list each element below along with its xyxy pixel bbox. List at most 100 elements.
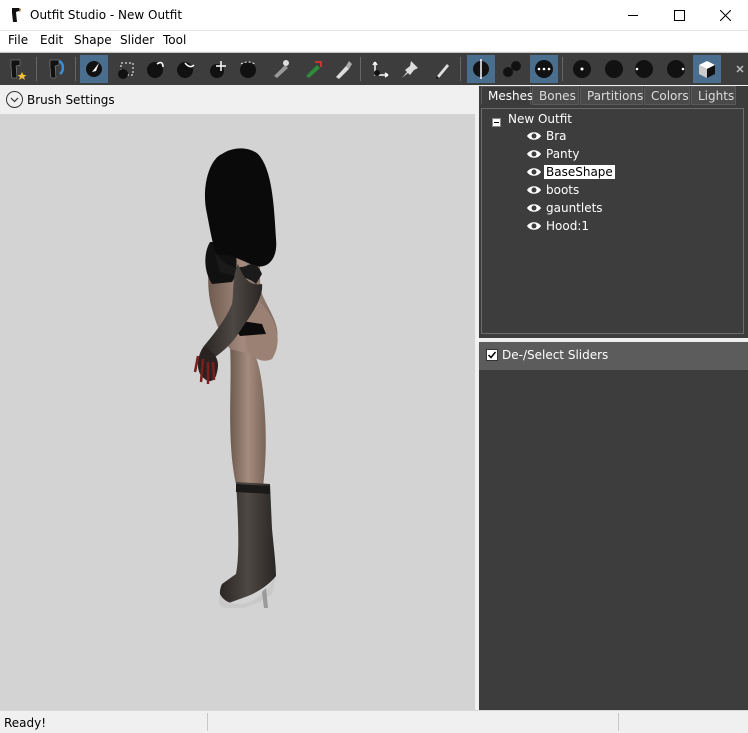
close-button[interactable] — [702, 0, 748, 30]
toolbar — [0, 52, 748, 85]
global-brush-icon — [535, 60, 553, 78]
inflate-brush-icon — [147, 61, 164, 78]
new-project-button[interactable] — [3, 55, 31, 83]
menu-slider[interactable]: Slider — [120, 33, 154, 47]
mesh-label-selected: BaseShape — [544, 165, 615, 179]
tab-bones[interactable]: Bones — [532, 86, 579, 105]
status-divider — [207, 713, 208, 731]
mesh-label: gauntlets — [546, 201, 603, 215]
eye-icon[interactable] — [526, 220, 542, 232]
pivot-button[interactable] — [396, 55, 424, 83]
lighting-button[interactable] — [630, 55, 658, 83]
tab-colors[interactable]: Colors — [644, 86, 690, 105]
tree-root-label[interactable]: New Outfit — [508, 112, 572, 126]
toolbar-separator — [75, 57, 76, 81]
eye-icon[interactable] — [526, 166, 542, 178]
undiff-brush-icon — [274, 60, 289, 78]
eye-icon[interactable] — [526, 148, 542, 160]
window-title: Outfit Studio - New Outfit — [30, 8, 183, 22]
title-bar: Outfit Studio - New Outfit — [0, 0, 748, 31]
select-sliders-checkbox[interactable] — [486, 349, 498, 361]
brush-settings-label: Brush Settings — [27, 93, 115, 107]
collapse-icon[interactable] — [492, 118, 501, 127]
checkmark-icon — [487, 351, 497, 359]
deflate-brush-button[interactable] — [172, 55, 200, 83]
tab-meshes[interactable]: Meshes — [481, 86, 533, 105]
maximize-icon — [673, 9, 685, 21]
menu-bar: File Edit Shape Slider Tool — [0, 31, 748, 51]
mesh-item-bra[interactable]: Bra — [526, 128, 569, 144]
panel-tabs: Meshes Bones Partitions Colors Lights — [479, 86, 748, 106]
minimize-icon — [627, 14, 638, 16]
move-brush-icon — [210, 61, 226, 78]
lighting-icon — [635, 60, 653, 78]
texture-icon — [667, 60, 685, 78]
mesh-label: Panty — [546, 147, 580, 161]
edit-vertices-icon — [436, 64, 449, 79]
mirror-icon — [473, 59, 489, 79]
global-brush-button[interactable] — [530, 55, 558, 83]
toolbar-separator — [36, 57, 37, 81]
edit-vertices-button[interactable] — [428, 55, 456, 83]
mesh-label: Hood:1 — [546, 219, 590, 233]
mirror-button[interactable] — [467, 55, 495, 83]
app-icon — [12, 8, 21, 22]
meshes-panel: New Outfit Bra Panty BaseShape boots gau… — [479, 106, 748, 338]
pivot-icon — [402, 61, 418, 78]
maximize-button[interactable] — [656, 0, 702, 30]
brush-settings-header[interactable]: Brush Settings — [0, 86, 478, 114]
smooth-brush-button[interactable] — [234, 55, 262, 83]
color-brush-icon — [336, 61, 352, 79]
texture-button[interactable] — [662, 55, 690, 83]
chevron-down-icon[interactable] — [6, 91, 23, 108]
eye-icon[interactable] — [526, 202, 542, 214]
menu-shape[interactable]: Shape — [74, 33, 112, 47]
eye-icon[interactable] — [526, 184, 542, 196]
load-project-button[interactable] — [42, 55, 70, 83]
menu-tool[interactable]: Tool — [163, 33, 186, 47]
mesh-item-panty[interactable]: Panty — [526, 146, 581, 162]
xray-button[interactable] — [693, 55, 721, 83]
connected-only-button[interactable] — [498, 55, 526, 83]
eye-icon[interactable] — [526, 130, 542, 142]
minimize-button[interactable] — [610, 0, 656, 30]
new-project-icon — [10, 59, 27, 80]
smooth-brush-icon — [240, 61, 256, 78]
select-brush-button[interactable] — [80, 55, 108, 83]
mesh-label: boots — [546, 183, 580, 197]
move-brush-button[interactable] — [204, 55, 232, 83]
character-model — [193, 148, 278, 608]
tab-lights[interactable]: Lights — [691, 86, 736, 105]
menu-file[interactable]: File — [8, 33, 28, 47]
mesh-item-gauntlets[interactable]: gauntlets — [526, 200, 605, 216]
weight-brush-icon — [306, 61, 322, 78]
status-divider — [618, 713, 619, 731]
close-icon — [719, 9, 731, 21]
toolbar-separator — [360, 57, 361, 81]
mesh-label: Bra — [546, 129, 567, 143]
toolbar-separator — [562, 57, 563, 81]
vertex-view-button[interactable] — [568, 55, 596, 83]
transform-button[interactable] — [366, 55, 394, 83]
mask-view-button[interactable] — [726, 55, 748, 83]
color-brush-button[interactable] — [328, 55, 356, 83]
mask-brush-button[interactable] — [112, 55, 140, 83]
wireframe-button[interactable] — [600, 55, 628, 83]
weight-brush-button[interactable] — [298, 55, 326, 83]
inflate-brush-button[interactable] — [142, 55, 170, 83]
mesh-item-baseshape[interactable]: BaseShape — [526, 164, 615, 180]
select-sliders-label[interactable]: De-/Select Sliders — [502, 348, 608, 362]
load-project-icon — [49, 59, 65, 79]
toolbar-separator — [460, 57, 461, 81]
mesh-tree[interactable]: New Outfit Bra Panty BaseShape boots gau… — [481, 108, 744, 334]
menu-edit[interactable]: Edit — [40, 33, 63, 47]
tab-partitions[interactable]: Partitions — [580, 86, 643, 105]
vertex-view-icon — [573, 60, 591, 78]
3d-viewport[interactable] — [0, 114, 475, 710]
mesh-item-boots[interactable]: boots — [526, 182, 581, 198]
sliders-panel: De-/Select Sliders — [479, 342, 748, 710]
deflate-brush-icon — [177, 62, 195, 78]
status-text: Ready! — [4, 716, 47, 730]
undiff-brush-button[interactable] — [266, 55, 294, 83]
mesh-item-hood[interactable]: Hood:1 — [526, 218, 591, 234]
